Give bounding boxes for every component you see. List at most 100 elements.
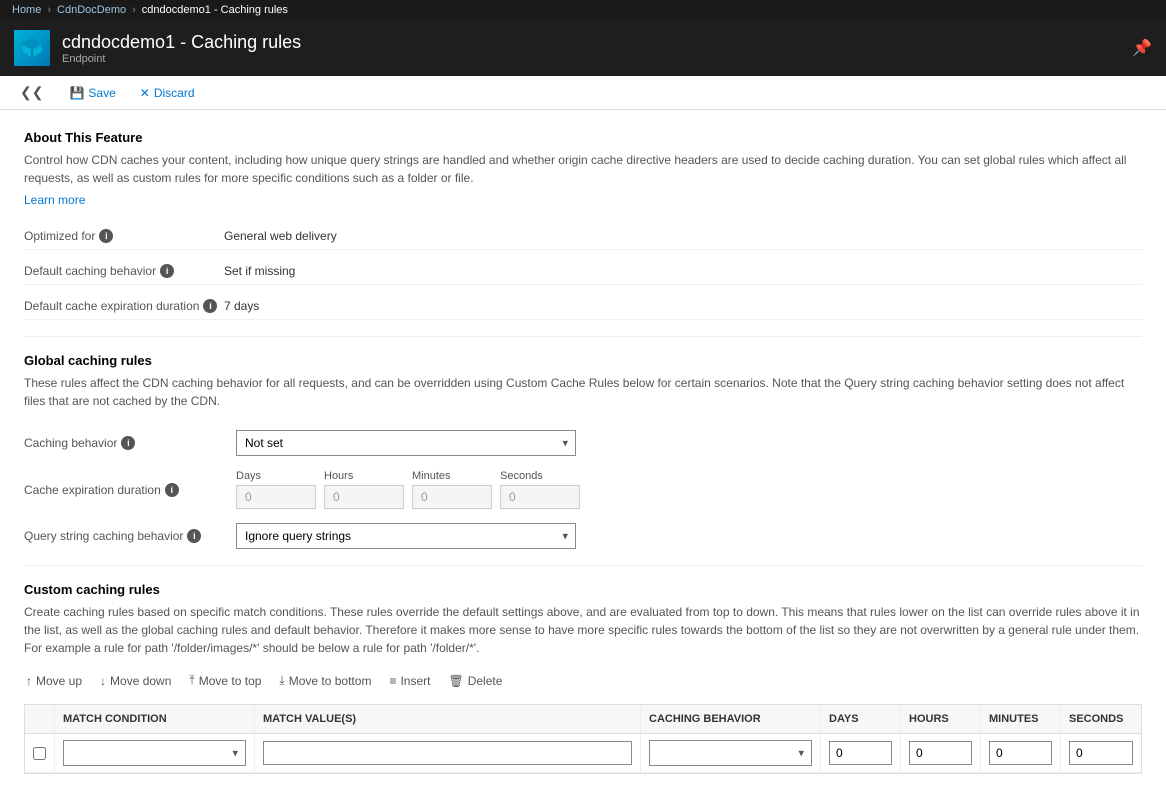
th-caching-behavior: CACHING BEHAVIOR <box>641 705 821 733</box>
minutes-input[interactable] <box>412 485 492 509</box>
custom-caching-title: Custom caching rules <box>24 582 1142 597</box>
default-caching-info-icon[interactable]: i <box>160 264 174 278</box>
caching-behavior-row: Caching behavior i Not set Bypass cache … <box>24 430 1142 456</box>
th-days: DAYS <box>821 705 901 733</box>
move-up-button[interactable]: ↑ Move up <box>24 670 84 692</box>
caching-behavior-select[interactable]: Not set Bypass cache Override Set if mis… <box>236 430 576 456</box>
minutes-label: Minutes <box>412 470 492 482</box>
row-match-value-input[interactable] <box>263 741 632 765</box>
about-title: About This Feature <box>24 130 1142 145</box>
query-string-label: Query string caching behavior i <box>24 529 224 543</box>
default-expiration-value: 7 days <box>224 293 1142 320</box>
days-input[interactable] <box>236 485 316 509</box>
move-to-bottom-button[interactable]: ⤓ Move to bottom <box>277 669 373 692</box>
move-up-icon: ↑ <box>26 674 32 688</box>
query-string-select-wrapper: Ignore query strings Bypass caching for … <box>236 523 576 549</box>
row-caching-behavior-wrapper: Bypass cache Override Set if missing <box>649 740 812 766</box>
th-seconds: SECONDS <box>1061 705 1141 733</box>
main-content: About This Feature Control how CDN cache… <box>0 110 1166 794</box>
discard-button[interactable]: ✕ Discard <box>136 84 199 102</box>
breadcrumb: Home › CdnDocDemo › cdndocdemo1 - Cachin… <box>0 0 1166 20</box>
caching-behavior-label: Caching behavior i <box>24 436 224 450</box>
optimized-info-icon[interactable]: i <box>99 229 113 243</box>
th-hours: HOURS <box>901 705 981 733</box>
sidebar-toggle[interactable]: ❮❮ <box>14 82 49 103</box>
page-title: cdndocdemo1 - Caching rules <box>62 32 301 53</box>
duration-fields: Days Hours Minutes Seconds <box>236 470 580 509</box>
row-hours-cell[interactable] <box>901 734 981 772</box>
caching-behavior-info-icon[interactable]: i <box>121 436 135 450</box>
row-seconds-input[interactable] <box>1069 741 1133 765</box>
global-caching-title: Global caching rules <box>24 353 1142 368</box>
row-hours-input[interactable] <box>909 741 972 765</box>
seconds-label: Seconds <box>500 470 580 482</box>
hours-label: Hours <box>324 470 404 482</box>
save-icon: 💾 <box>69 86 84 100</box>
caching-behavior-select-wrapper: Not set Bypass cache Override Set if mis… <box>236 430 576 456</box>
custom-caching-description: Create caching rules based on specific m… <box>24 603 1142 657</box>
th-match-condition: MATCH CONDITION <box>55 705 255 733</box>
th-match-values: MATCH VALUE(S) <box>255 705 641 733</box>
breadcrumb-current: cdndocdemo1 - Caching rules <box>142 4 288 16</box>
save-button[interactable]: 💾 Save <box>65 84 119 102</box>
page-header: cdndocdemo1 - Caching rules Endpoint 📌 <box>0 20 1166 76</box>
query-string-select[interactable]: Ignore query strings Bypass caching for … <box>236 523 576 549</box>
insert-icon: ≡ <box>389 674 396 688</box>
app-icon <box>14 30 50 66</box>
move-down-icon: ↓ <box>100 674 106 688</box>
discard-icon: ✕ <box>140 86 150 100</box>
seconds-input[interactable] <box>500 485 580 509</box>
optimized-label: Optimized for i <box>24 223 224 250</box>
row-match-condition-select[interactable]: Extension Path Header <box>63 740 246 766</box>
delete-button[interactable]: 🗑 Delete <box>446 670 504 692</box>
move-to-bottom-icon: ⤓ <box>279 673 284 688</box>
page-subtitle: Endpoint <box>62 53 301 65</box>
delete-icon: 🗑 <box>448 674 463 688</box>
default-expiration-info-icon[interactable]: i <box>203 299 217 313</box>
th-minutes: MINUTES <box>981 705 1061 733</box>
row-days-cell[interactable] <box>821 734 901 772</box>
row-days-input[interactable] <box>829 741 892 765</box>
global-caching-description: These rules affect the CDN caching behav… <box>24 374 1142 410</box>
row-minutes-cell[interactable] <box>981 734 1061 772</box>
row-seconds-cell[interactable] <box>1061 734 1141 772</box>
cache-expiration-label: Cache expiration duration i <box>24 483 224 497</box>
pin-icon[interactable]: 📌 <box>1132 38 1152 58</box>
move-down-button[interactable]: ↓ Move down <box>98 670 173 692</box>
default-caching-value: Set if missing <box>224 258 1142 285</box>
row-checkbox-cell[interactable] <box>25 734 55 772</box>
row-minutes-input[interactable] <box>989 741 1052 765</box>
row-match-value-cell[interactable] <box>255 734 641 772</box>
th-checkbox <box>25 705 55 733</box>
optimized-value: General web delivery <box>224 223 1142 250</box>
breadcrumb-parent[interactable]: CdnDocDemo <box>57 4 126 16</box>
move-to-top-icon: ⤒ <box>189 673 194 688</box>
learn-more-link[interactable]: Learn more <box>24 193 85 207</box>
days-field: Days <box>236 470 316 509</box>
custom-rules-table: MATCH CONDITION MATCH VALUE(S) CACHING B… <box>24 704 1142 774</box>
hours-field: Hours <box>324 470 404 509</box>
row-match-condition-cell[interactable]: Extension Path Header <box>55 734 255 772</box>
days-label: Days <box>236 470 316 482</box>
default-expiration-label: Default cache expiration duration i <box>24 293 224 320</box>
actions-bar: ↑ Move up ↓ Move down ⤒ Move to top ⤓ Mo… <box>24 669 1142 692</box>
about-description: Control how CDN caches your content, inc… <box>24 151 1142 187</box>
breadcrumb-home[interactable]: Home <box>12 4 41 16</box>
table-row: Extension Path Header Bypass cache Overr… <box>25 734 1141 773</box>
cache-expiration-info-icon[interactable]: i <box>165 483 179 497</box>
row-caching-behavior-select[interactable]: Bypass cache Override Set if missing <box>649 740 812 766</box>
move-to-top-button[interactable]: ⤒ Move to top <box>187 669 263 692</box>
table-header: MATCH CONDITION MATCH VALUE(S) CACHING B… <box>25 705 1141 734</box>
row-checkbox[interactable] <box>33 747 46 760</box>
minutes-field: Minutes <box>412 470 492 509</box>
insert-button[interactable]: ≡ Insert <box>387 670 432 692</box>
hours-input[interactable] <box>324 485 404 509</box>
toolbar: ❮❮ 💾 Save ✕ Discard <box>0 76 1166 110</box>
query-string-row: Query string caching behavior i Ignore q… <box>24 523 1142 549</box>
info-grid: Optimized for i General web delivery Def… <box>24 223 1142 320</box>
row-caching-behavior-cell[interactable]: Bypass cache Override Set if missing <box>641 734 821 772</box>
row-match-condition-wrapper: Extension Path Header <box>63 740 246 766</box>
seconds-field: Seconds <box>500 470 580 509</box>
cache-expiration-row: Cache expiration duration i Days Hours M… <box>24 470 1142 509</box>
query-string-info-icon[interactable]: i <box>187 529 201 543</box>
